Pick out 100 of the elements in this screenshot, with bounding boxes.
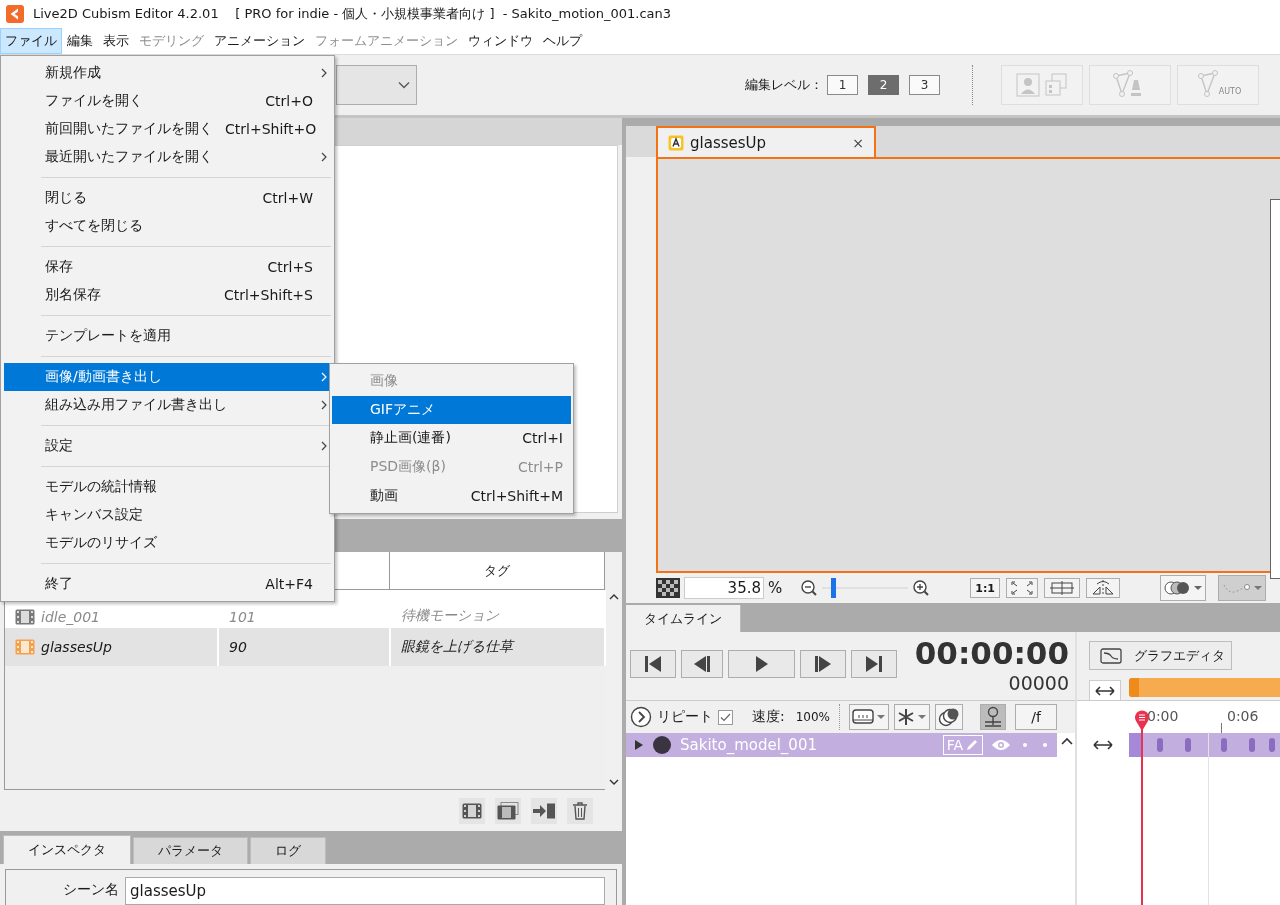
item-label: テンプレートを適用	[45, 327, 172, 345]
menu-item[interactable]: キャンバス設定	[4, 501, 331, 529]
shortcut: Alt+F4	[265, 576, 313, 592]
item-label: 組み込み用ファイル書き出し	[45, 396, 228, 414]
table-cell: idle_001	[41, 609, 100, 626]
flip-button[interactable]	[1086, 578, 1120, 598]
blend-dropdown[interactable]	[1160, 575, 1206, 601]
item-label: キャンバス設定	[45, 506, 144, 524]
zoom-in-icon[interactable]	[912, 579, 931, 597]
screen-icon	[852, 708, 875, 726]
graph-editor-button[interactable]: グラフエディタ	[1089, 641, 1232, 670]
overlap-button[interactable]	[935, 704, 964, 730]
document-tab[interactable]: glassesUp ×	[656, 126, 876, 157]
speed-label: 速度:	[752, 708, 785, 726]
table-row[interactable]: glassesUp 90 眼鏡を上げる仕草	[5, 628, 606, 667]
scroll-up-icon[interactable]	[609, 594, 619, 601]
onion-dropdown[interactable]	[849, 704, 890, 730]
shortcut: Ctrl+Shift+M	[470, 487, 563, 504]
zoom-unit: %	[768, 579, 783, 597]
fit-corners-icon	[1011, 581, 1033, 595]
fit-button[interactable]	[1006, 578, 1038, 598]
scroll-down-icon[interactable]	[609, 779, 619, 786]
zoom-out-icon[interactable]	[800, 579, 819, 597]
menu-item[interactable]: 保存 Ctrl+S	[4, 253, 331, 281]
menu-item[interactable]: 組み込み用ファイル書き出し	[4, 391, 331, 419]
item-label: PSD画像(β)	[370, 458, 447, 477]
caret-icon	[1253, 585, 1263, 591]
expand-triangle-icon[interactable]	[634, 739, 644, 751]
panel-tab[interactable]: タイムライン	[626, 605, 741, 632]
menu-item[interactable]: 静止画(連番) Ctrl+I	[332, 424, 571, 453]
menu-item[interactable]: 表示	[98, 28, 134, 54]
shortcut: Ctrl+I	[522, 430, 563, 447]
repeat-checkbox[interactable]	[718, 709, 733, 725]
new-motion-button[interactable]	[459, 797, 485, 824]
snowflake-dropdown[interactable]	[894, 704, 931, 730]
menu-item[interactable]: GIFアニメ	[332, 395, 571, 425]
menu-item[interactable]: 動画 Ctrl+Shift+M	[332, 481, 571, 510]
delete-button[interactable]	[567, 797, 593, 824]
menu-item[interactable]: ファイル	[0, 28, 62, 54]
per-frame-button[interactable]: /f	[1015, 704, 1057, 730]
menu-item[interactable]: モデルの統計情報	[4, 473, 331, 501]
table-cell: 90	[219, 628, 391, 667]
expand-range-button[interactable]	[1089, 680, 1121, 700]
menu-item[interactable]: 画像/動画書き出し	[4, 363, 331, 391]
film-icon	[462, 802, 482, 819]
panel-tab[interactable]: インスペクタ	[3, 835, 131, 864]
arrow-into-film-icon	[532, 802, 556, 819]
actual-size-button[interactable]: 1:1	[970, 578, 1000, 598]
close-button[interactable]: ×	[852, 134, 864, 151]
import-button[interactable]	[531, 797, 557, 824]
pin-button[interactable]	[980, 704, 1007, 730]
time-tick: 0:06	[1227, 708, 1259, 724]
current-frame: 00000	[1008, 671, 1069, 695]
panel-tab[interactable]: パラメータ	[133, 837, 248, 864]
menu-item[interactable]: モデルのリサイズ	[4, 529, 331, 557]
menu-item[interactable]: 閉じる Ctrl+W	[4, 184, 331, 212]
menu-item[interactable]: すべてを閉じる	[4, 212, 331, 240]
playhead-marker[interactable]	[1134, 709, 1150, 905]
menu-item[interactable]: ウィンドウ	[463, 28, 538, 54]
edit-level-button[interactable]: 2	[868, 75, 899, 95]
slider-thumb[interactable]	[831, 578, 837, 598]
menu-item[interactable]: 新規作成	[4, 59, 331, 87]
menu-item[interactable]: 最近開いたファイルを開く	[4, 143, 331, 171]
menu-item[interactable]: アニメーション	[209, 28, 310, 54]
chevron-circle-icon[interactable]	[630, 706, 652, 728]
item-label: 前回開いたファイルを開く	[45, 120, 213, 138]
layers-icon	[1044, 73, 1068, 97]
menu-item[interactable]: 編集	[62, 28, 98, 54]
last-frame-button[interactable]	[851, 650, 897, 678]
edit-level-button[interactable]: 1	[827, 75, 858, 95]
menu-item[interactable]: ヘルプ	[538, 28, 587, 54]
dotted-path-icon	[1221, 581, 1251, 595]
duplicate-motion-button[interactable]	[495, 797, 521, 824]
previous-frame-button[interactable]	[681, 650, 723, 678]
double-arrow-icon[interactable]	[1093, 740, 1113, 750]
menu-item[interactable]: 別名保存 Ctrl+Shift+S	[4, 281, 331, 309]
panel-tab[interactable]: ログ	[250, 837, 326, 864]
app-logo-icon	[6, 5, 24, 23]
item-label: 閉じる	[45, 189, 88, 207]
zoom-slider[interactable]	[822, 578, 909, 598]
checkerboard-icon[interactable]	[656, 578, 680, 598]
scroll-up-icon[interactable]	[1061, 737, 1073, 745]
scene-name-field[interactable]: glassesUp	[125, 877, 605, 905]
menu-item[interactable]: 前回開いたファイルを開く Ctrl+Shift+O	[4, 115, 331, 143]
menu-item[interactable]: ファイルを開く Ctrl+O	[4, 87, 331, 115]
checkmark-icon	[720, 712, 731, 722]
skip-to-end-icon	[864, 655, 884, 673]
range-handle[interactable]	[1129, 678, 1139, 697]
menu-item[interactable]: テンプレートを適用	[4, 322, 331, 350]
edit-level-button[interactable]: 3	[909, 75, 940, 95]
item-label: 終了	[45, 575, 74, 593]
play-button[interactable]	[728, 650, 795, 678]
zoom-field[interactable]: 35.8	[684, 577, 764, 599]
lane-handle[interactable]	[1129, 733, 1141, 757]
grid-button[interactable]	[1044, 578, 1080, 598]
next-frame-button[interactable]	[800, 650, 846, 678]
dropdown-field[interactable]	[336, 65, 417, 105]
chevron-right-icon	[321, 372, 327, 382]
first-frame-button[interactable]	[630, 650, 676, 678]
menu-item[interactable]: 設定	[4, 432, 331, 460]
